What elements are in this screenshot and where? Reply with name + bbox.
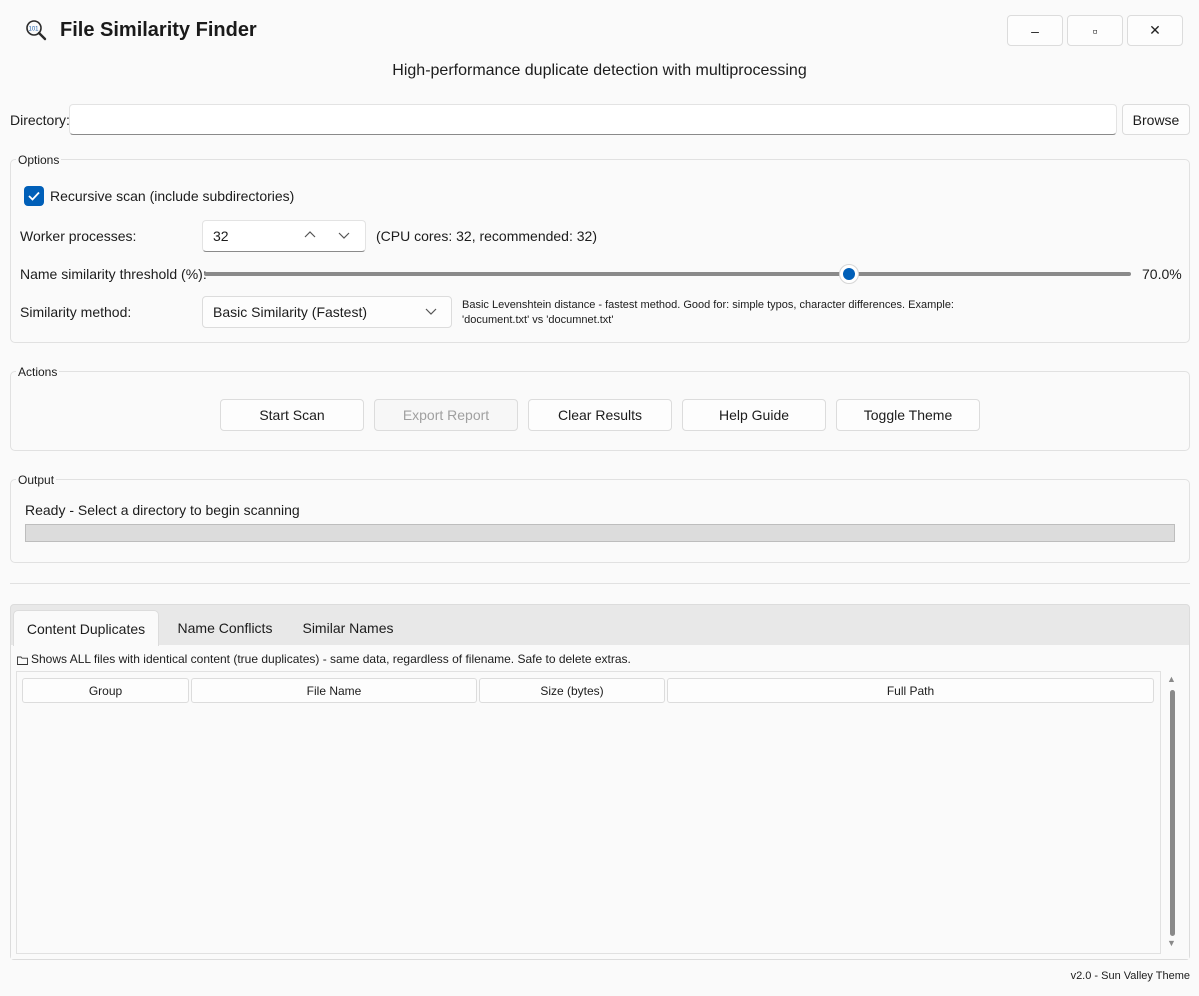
worker-processes-label: Worker processes:: [20, 228, 137, 244]
method-description: Basic Levenshtein distance - fastest met…: [462, 299, 954, 326]
checkmark-icon: [28, 191, 40, 201]
minimize-button[interactable]: –: [1007, 15, 1063, 46]
separator: [10, 583, 1190, 584]
help-guide-button[interactable]: Help Guide: [682, 399, 826, 431]
clear-results-button[interactable]: Clear Results: [528, 399, 672, 431]
tab-content-duplicates[interactable]: Content Duplicates: [13, 610, 159, 646]
scrollbar-thumb[interactable]: [1170, 690, 1175, 936]
options-group-label: Options: [16, 153, 62, 167]
threshold-label: Name similarity threshold (%):: [20, 266, 207, 282]
folder-icon: [17, 656, 28, 665]
version-footer: v2.0 - Sun Valley Theme: [1070, 970, 1190, 982]
cpu-info-text: (CPU cores: 32, recommended: 32): [376, 228, 597, 244]
app-title: File Similarity Finder: [60, 19, 257, 41]
recursive-checkbox[interactable]: [24, 186, 44, 206]
threshold-slider-thumb[interactable]: [838, 264, 859, 284]
actions-group-label: Actions: [16, 365, 60, 379]
app-logo-icon: 101: [24, 19, 48, 41]
threshold-value: 70.0%: [1142, 266, 1182, 282]
tab-description-text: Shows ALL files with identical content (…: [31, 652, 631, 666]
similarity-method-value: Basic Similarity (Fastest): [213, 304, 368, 320]
chevron-down-icon[interactable]: [424, 304, 438, 321]
column-header-group[interactable]: Group: [22, 678, 189, 703]
close-button[interactable]: ✕: [1127, 15, 1183, 46]
table-scrollbar[interactable]: ▲ ▼: [1165, 672, 1179, 954]
recursive-checkbox-label: Recursive scan (include subdirectories): [50, 188, 295, 204]
tab-name-conflicts[interactable]: Name Conflicts: [165, 610, 285, 646]
tab-similar-names[interactable]: Similar Names: [291, 610, 405, 646]
column-header-size[interactable]: Size (bytes): [479, 678, 665, 703]
worker-processes-value: 32: [213, 228, 229, 244]
svg-text:101: 101: [29, 27, 40, 33]
maximize-button[interactable]: ▫: [1067, 15, 1123, 46]
results-table[interactable]: [16, 671, 1161, 954]
tab-description: Shows ALL files with identical content (…: [17, 652, 631, 666]
output-group: [10, 479, 1190, 563]
start-scan-button[interactable]: Start Scan: [220, 399, 364, 431]
app-subtitle: High-performance duplicate detection wit…: [392, 62, 807, 79]
status-text: Ready - Select a directory to begin scan…: [25, 502, 300, 518]
column-header-full-path[interactable]: Full Path: [667, 678, 1154, 703]
similarity-method-label: Similarity method:: [20, 304, 132, 320]
directory-label: Directory:: [10, 112, 70, 128]
output-group-label: Output: [16, 473, 57, 487]
threshold-slider-track[interactable]: [204, 272, 1131, 276]
progress-bar: [25, 524, 1175, 542]
toggle-theme-button[interactable]: Toggle Theme: [836, 399, 980, 431]
export-report-button[interactable]: Export Report: [374, 399, 518, 431]
spin-up-icon[interactable]: [303, 228, 317, 245]
scroll-up-icon[interactable]: ▲: [1167, 674, 1176, 684]
column-header-file-name[interactable]: File Name: [191, 678, 477, 703]
browse-button[interactable]: Browse: [1122, 104, 1190, 135]
directory-input[interactable]: [69, 104, 1117, 135]
scroll-down-icon[interactable]: ▼: [1167, 938, 1176, 948]
spin-down-icon[interactable]: [337, 228, 351, 245]
